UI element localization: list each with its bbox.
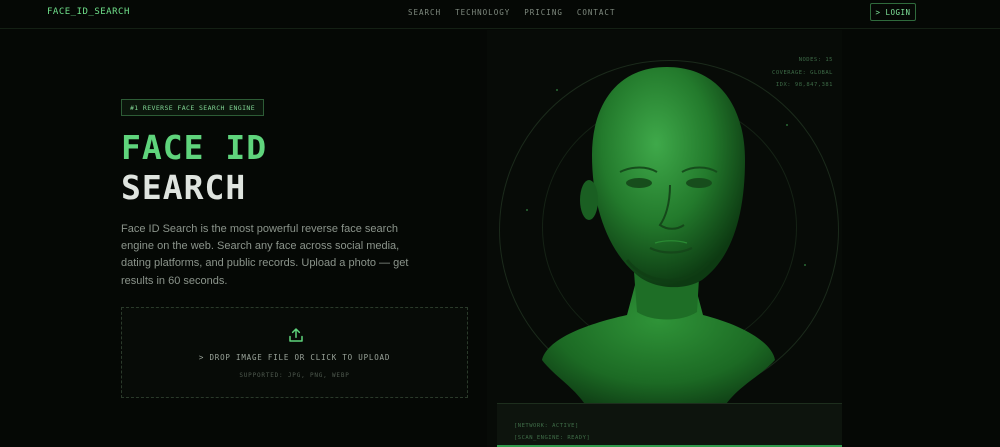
nav-link-contact[interactable]: CONTACT [577,8,616,17]
upload-icon [289,328,303,342]
upload-dropzone[interactable]: > DROP IMAGE FILE OR CLICK TO UPLOAD SUP… [121,307,468,398]
nav-link-technology[interactable]: TECHNOLOGY [455,8,510,17]
top-navbar: FACE_ID_SEARCH SEARCH TECHNOLOGY PRICING… [0,0,1000,29]
supported-formats: SUPPORTED: JPG, PNG, WEBP [239,372,350,379]
face-scan-visual: NODES: 15 COVERAGE: GLOBAL IDX: 98,847,3… [487,30,842,447]
console-line-scan-engine: [SCAN_ENGINE: READY] [514,435,591,441]
brand-logo[interactable]: FACE_ID_SEARCH [47,7,130,17]
console-line-network: [NETWORK: ACTIVE] [514,423,579,429]
hero-badge: #1 REVERSE FACE SEARCH ENGINE [121,99,264,116]
hero-description: Face ID Search is the most powerful reve… [121,223,409,287]
face-model-illustration [526,67,806,425]
stat-index: IDX: 98,847,381 [775,82,833,88]
nav-menu: SEARCH TECHNOLOGY PRICING CONTACT [408,8,615,17]
network-stats: NODES: 15 COVERAGE: GLOBAL IDX: 98,847,3… [772,54,833,92]
hero-title-line2: SEARCH [121,168,247,207]
login-button[interactable]: > LOGIN [870,3,916,21]
nav-link-pricing[interactable]: PRICING [524,8,563,17]
status-console: [NETWORK: ACTIVE] [SCAN_ENGINE: READY] [497,403,842,447]
hero-title-line1: FACE ID [121,128,268,167]
stat-nodes: NODES: 15 [798,57,833,63]
nav-link-search[interactable]: SEARCH [408,8,441,17]
upload-prompt: > DROP IMAGE FILE OR CLICK TO UPLOAD [198,353,391,362]
stat-coverage: COVERAGE: GLOBAL [772,69,833,76]
